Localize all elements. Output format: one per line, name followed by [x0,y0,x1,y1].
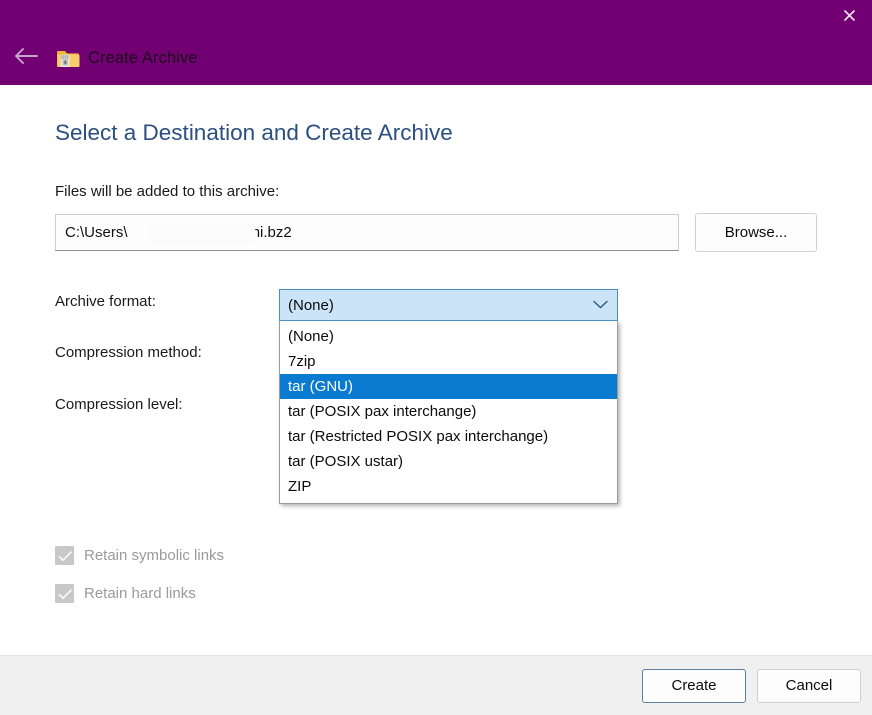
page-title: Select a Destination and Create Archive [55,120,453,145]
back-arrow-icon [13,47,39,70]
retain-symbolic-links-checkbox[interactable] [55,546,74,565]
option-tar-restricted-posix-pax-interchange[interactable]: tar (Restricted POSIX pax interchange) [280,424,617,449]
option-none[interactable]: (None) [280,324,617,349]
close-icon [841,7,858,24]
compression-method-label: Compression method: [55,344,202,361]
archive-path-input[interactable] [55,214,679,251]
dialog-body: Select a Destination and Create Archive … [0,85,872,655]
create-button[interactable]: Create [642,668,746,703]
archive-format-selected-value: (None) [288,296,334,314]
retain-symbolic-links-row[interactable]: Retain symbolic links [55,546,224,565]
option-tar-posix-ustar[interactable]: tar (POSIX ustar) [280,449,617,474]
close-button[interactable] [826,0,872,30]
option-zip[interactable]: ZIP [280,474,617,499]
archive-folder-icon [56,46,80,70]
retain-hard-links-row[interactable]: Retain hard links [55,584,196,603]
option-tar-gnu[interactable]: tar (GNU) [280,374,617,399]
retain-symbolic-links-label: Retain symbolic links [84,547,225,564]
archive-format-combobox[interactable]: (None) (None) 7zip tar (GNU) tar (POSIX … [279,289,618,504]
option-tar-posix-pax-interchange[interactable]: tar (POSIX pax interchange) [280,399,617,424]
retain-hard-links-label: Retain hard links [84,585,196,602]
create-archive-window: Create Archive Select a Destination and … [0,0,872,715]
titlebar-navigation: Create Archive [0,42,198,74]
browse-button[interactable]: Browse... [695,213,817,252]
chevron-down-icon [593,296,608,314]
archive-format-label: Archive format: [55,293,156,310]
option-7zip[interactable]: 7zip [280,349,617,374]
retain-hard-links-checkbox[interactable] [55,584,74,603]
archive-format-combobox-header[interactable]: (None) [279,289,618,321]
compression-level-label: Compression level: [55,396,183,413]
window-title: Create Archive [88,48,198,67]
dialog-footer: Create Cancel [0,655,872,715]
destination-caption: Files will be added to this archive: [55,183,280,200]
archive-format-option-list[interactable]: (None) 7zip tar (GNU) tar (POSIX pax int… [279,321,618,504]
back-button[interactable] [4,42,48,74]
title-bar: Create Archive [0,0,872,85]
cancel-button[interactable]: Cancel [757,668,861,703]
